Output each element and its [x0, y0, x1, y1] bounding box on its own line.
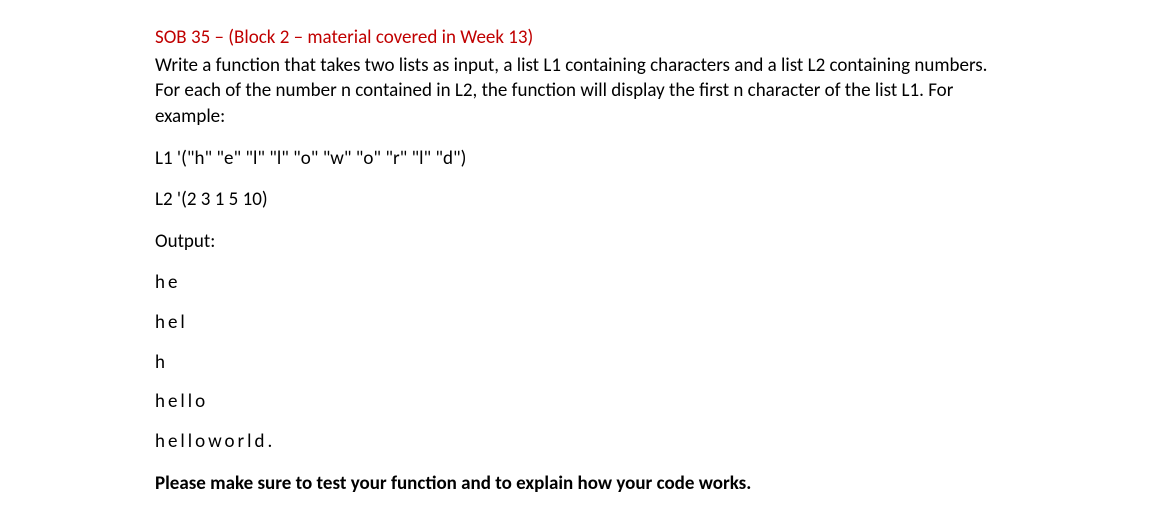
- instruction-note: Please make sure to test your function a…: [155, 471, 1015, 497]
- output-label: Output:: [155, 229, 1015, 255]
- problem-description: Write a function that takes two lists as…: [155, 53, 1015, 130]
- output-line-5: helloworld.: [155, 429, 1015, 455]
- output-line-2: hel: [155, 310, 1015, 336]
- example-l2: L2 '(2 3 1 5 10): [155, 187, 1015, 213]
- example-l1: L1 '("h" "e" "l" "l" "o" "w" "o" "r" "l"…: [155, 146, 1015, 172]
- problem-title: SOB 35 – (Block 2 – material covered in …: [155, 25, 1015, 51]
- output-line-3: h: [155, 350, 1015, 376]
- output-line-4: hello: [155, 389, 1015, 415]
- output-line-1: he: [155, 270, 1015, 296]
